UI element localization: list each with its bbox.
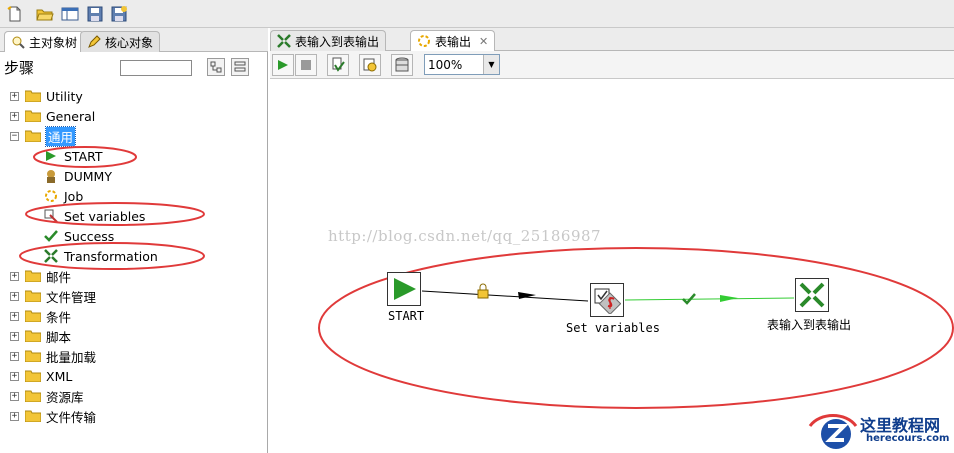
chevron-down-icon[interactable]: ▼: [483, 55, 499, 74]
job-canvas[interactable]: http://blog.csdn.net/qq_25186987 START S…: [270, 79, 954, 453]
explore-repository-icon[interactable]: [59, 3, 81, 25]
run-icon[interactable]: [272, 54, 294, 76]
tab-label: 表输入到表输出: [295, 34, 380, 49]
node-set-variables-label: Set variables: [566, 321, 660, 335]
hop-arrow-icon: [720, 295, 738, 302]
logo-mark-icon: [808, 414, 858, 449]
hops-layer: [318, 247, 954, 409]
check-job-icon[interactable]: [327, 54, 349, 76]
site-logo: 这里教程网 herecours.com: [806, 408, 954, 453]
annotation-ellipse-start: [33, 146, 137, 168]
zoom-value: 100%: [428, 57, 463, 72]
set-variables-icon: [594, 288, 621, 314]
stop-icon[interactable]: [295, 54, 317, 76]
node-start-label: START: [388, 309, 425, 323]
replay-icon[interactable]: [359, 54, 381, 76]
tab-table-output[interactable]: 表输出 ✕: [410, 30, 496, 51]
logo-url: herecours.com: [866, 433, 950, 444]
node-table-in-to-out[interactable]: [795, 278, 829, 312]
success-check-icon: [682, 293, 696, 305]
tree-annotations: [19, 146, 205, 270]
editor-toolbar: 100% ▼: [270, 51, 954, 79]
lock-icon: [477, 283, 489, 299]
annotation-ellipse-transformation: [19, 242, 205, 270]
hop-setvars-to-transform[interactable]: [624, 297, 795, 301]
transformation-icon: [277, 34, 291, 48]
annotation-ellipse-set-variables: [25, 202, 205, 226]
editor-tab-bar: 表输入到表输出 表输出 ✕: [270, 28, 954, 51]
tab-label: 表输出: [435, 34, 472, 49]
new-file-icon[interactable]: [4, 3, 26, 25]
hop-start-to-setvars[interactable]: [421, 290, 589, 302]
job-editor: 表输入到表输出 表输出 ✕ 100% ▼ http://blog.csdn.ne…: [270, 28, 954, 453]
node-start[interactable]: [387, 272, 421, 306]
node-table-in-to-out-label: 表输入到表输出: [767, 318, 852, 332]
zoom-select[interactable]: 100% ▼: [424, 54, 500, 75]
main-toolbar: [0, 0, 954, 28]
close-tab-icon[interactable]: ✕: [479, 35, 488, 48]
node-set-variables[interactable]: [590, 283, 624, 317]
save-icon[interactable]: [84, 3, 106, 25]
tab-table-in-to-out[interactable]: 表输入到表输出: [270, 30, 387, 51]
job-icon: [418, 35, 430, 47]
left-panel: 主对象树 核心对象 步骤 + Utility + General − 通用 ST…: [0, 28, 268, 453]
open-folder-icon[interactable]: [34, 3, 56, 25]
sql-icon[interactable]: [391, 54, 413, 76]
start-icon: [394, 278, 416, 300]
save-as-icon[interactable]: [108, 3, 130, 25]
transformation-icon: [799, 282, 825, 308]
